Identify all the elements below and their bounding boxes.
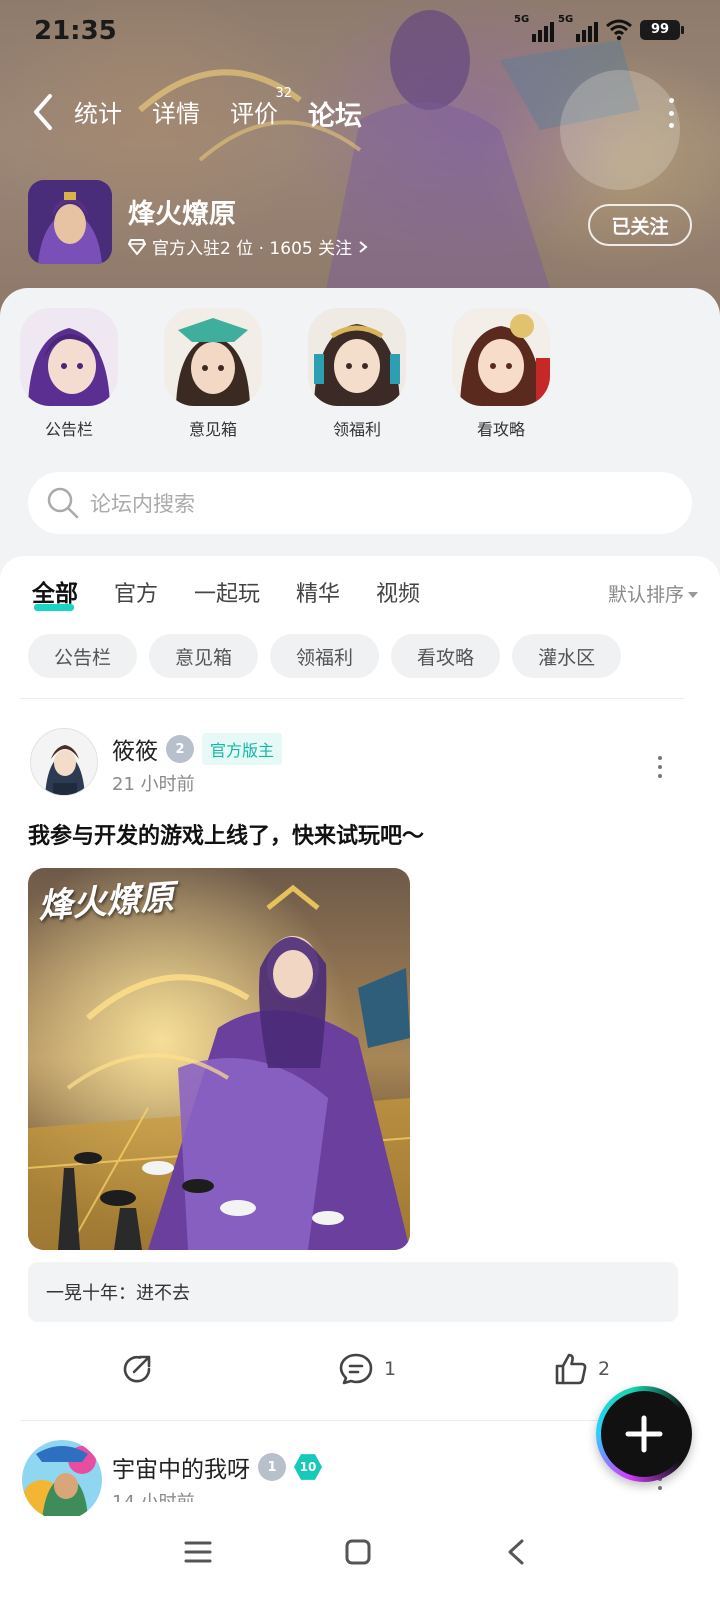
category-chips: 公告栏 意见箱 领福利 看攻略 灌水区 — [28, 634, 622, 678]
level-badge: 1 — [258, 1453, 286, 1481]
game-logo-text: 烽火燎原 — [37, 877, 176, 927]
status-time: 21:35 — [34, 16, 117, 46]
game-icon[interactable] — [28, 180, 112, 264]
shortcut-bulletin[interactable]: 公告栏 — [20, 308, 118, 440]
sort-dropdown[interactable]: 默认排序 — [608, 580, 698, 607]
post-author[interactable]: 筱筱 2 官方版主 — [112, 732, 283, 766]
diamond-icon — [128, 238, 146, 255]
divider — [20, 1420, 684, 1421]
shortcut-feedback[interactable]: 意见箱 — [164, 308, 262, 440]
top-nav: 统计 详情 评价 32 论坛 — [0, 84, 720, 140]
game-header-banner: 21:35 5G 5G 99 统计 详情 评价 32 论坛 烽火燎原 官方入驻2… — [0, 0, 720, 320]
divider — [20, 698, 684, 699]
post-image[interactable]: 烽火燎原 — [28, 868, 410, 1250]
forum-shortcuts: 公告栏 意见箱 领福利 看攻略 — [20, 308, 550, 440]
review-count-badge: 32 — [275, 86, 292, 101]
plus-icon — [625, 1415, 663, 1453]
rank-badge: 10 — [294, 1454, 322, 1480]
author-name: 筱筱 — [112, 739, 158, 765]
system-navigation-bar — [0, 1516, 720, 1601]
signal-1-icon: 5G — [514, 14, 554, 42]
chevron-right-icon — [359, 240, 368, 253]
post-actions: 1 2 — [0, 1346, 720, 1396]
game-meta[interactable]: 官方入驻2 位 · 1605 关注 — [128, 234, 368, 259]
filter-tab-featured[interactable]: 精华 — [296, 576, 340, 614]
share-icon — [123, 1355, 151, 1383]
dropdown-arrow-icon — [688, 591, 698, 598]
chip-bulletin[interactable]: 公告栏 — [28, 634, 138, 678]
sim2-label: 5G — [558, 14, 574, 25]
like-button[interactable]: 2 — [554, 1352, 610, 1386]
forum-search[interactable]: 论坛内搜索 — [28, 472, 692, 534]
filter-tab-video[interactable]: 视频 — [376, 576, 420, 614]
search-icon — [47, 487, 79, 519]
sim1-label: 5G — [514, 14, 530, 25]
tab-stats[interactable]: 统计 — [74, 94, 122, 141]
status-bar: 21:35 5G 5G 99 — [0, 0, 720, 64]
back-arrow-icon[interactable] — [28, 92, 58, 132]
search-placeholder: 论坛内搜索 — [90, 492, 195, 516]
feedback-avatar — [164, 308, 262, 406]
home-icon[interactable] — [344, 1538, 372, 1566]
tab-details[interactable]: 详情 — [152, 94, 200, 141]
moderator-badge: 官方版主 — [202, 733, 283, 765]
comment-icon — [339, 1353, 373, 1385]
post-artwork — [28, 868, 410, 1250]
post-author[interactable]: 宇宙中的我呀 1 10 — [112, 1450, 322, 1484]
post-title[interactable]: 我参与开发的游戏上线了，快来试玩吧～ — [28, 818, 424, 850]
filter-tabs: 全部 官方 一起玩 精华 视频 — [32, 574, 420, 614]
game-meta-text: 官方入驻2 位 · 1605 关注 — [152, 239, 353, 259]
rewards-avatar — [308, 308, 406, 406]
signal-2-icon: 5G — [558, 14, 598, 42]
more-options-icon[interactable] — [666, 98, 676, 128]
shortcut-label: 看攻略 — [476, 420, 525, 439]
shortcut-label: 领福利 — [332, 420, 381, 439]
filter-tab-official[interactable]: 官方 — [114, 576, 158, 614]
post-time: 21 小时前 — [112, 774, 195, 795]
bulletin-avatar — [20, 308, 118, 406]
author-name: 宇宙中的我呀 — [112, 1457, 250, 1483]
follow-button[interactable]: 已关注 — [588, 204, 692, 246]
tab-reviews[interactable]: 评价 32 — [230, 86, 292, 141]
back-icon[interactable] — [504, 1538, 528, 1566]
like-count: 2 — [598, 1358, 611, 1380]
post-more-icon[interactable] — [656, 756, 664, 778]
shortcut-label: 意见箱 — [188, 420, 237, 439]
chip-rewards[interactable]: 领福利 — [270, 634, 380, 678]
author-avatar[interactable] — [30, 728, 98, 796]
nav-tabs: 统计 详情 评价 32 论坛 — [74, 86, 364, 141]
chip-chat[interactable]: 灌水区 — [512, 634, 622, 678]
sort-label: 默认排序 — [607, 584, 684, 606]
comment-count: 1 — [384, 1358, 397, 1380]
guides-avatar — [452, 308, 550, 406]
wifi-icon — [606, 19, 632, 41]
shortcut-label: 公告栏 — [44, 420, 93, 439]
level-badge: 2 — [166, 735, 194, 763]
share-button[interactable] — [120, 1352, 154, 1386]
filter-tab-all[interactable]: 全部 — [32, 574, 78, 614]
status-icons: 5G 5G 99 — [514, 14, 684, 42]
tab-forum[interactable]: 论坛 — [306, 94, 364, 141]
comment-preview[interactable]: 一晃十年：进不去 — [28, 1262, 678, 1322]
post-time: 14 小时前 — [112, 1488, 195, 1502]
comment-button[interactable]: 1 — [338, 1352, 396, 1386]
chip-guides[interactable]: 看攻略 — [391, 634, 501, 678]
menu-icon[interactable] — [184, 1538, 212, 1566]
forum-panel: 公告栏 意见箱 领福利 看攻略 论坛内搜索 全部 官方 一起玩 精华 视频 默认… — [0, 288, 720, 1556]
thumbs-up-icon — [555, 1353, 587, 1385]
author-avatar[interactable] — [22, 1440, 102, 1520]
game-title: 烽火燎原 — [128, 199, 236, 230]
filter-tab-play-together[interactable]: 一起玩 — [194, 576, 260, 614]
battery-icon: 99 — [640, 20, 684, 40]
chip-feedback[interactable]: 意见箱 — [149, 634, 259, 678]
create-post-button[interactable] — [596, 1386, 692, 1482]
shortcut-rewards[interactable]: 领福利 — [308, 308, 406, 440]
shortcut-guides[interactable]: 看攻略 — [452, 308, 550, 440]
